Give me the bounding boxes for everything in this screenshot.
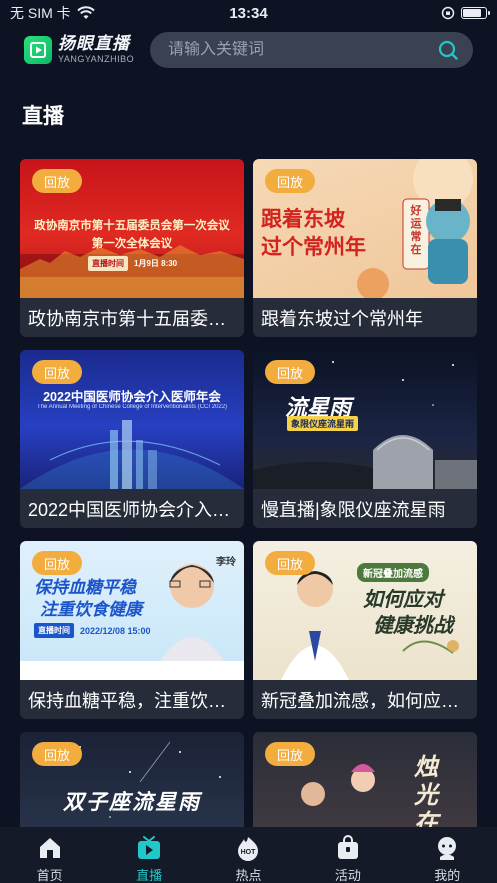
replay-badge: 回放 — [265, 551, 316, 575]
card-title: 2022中国医师协会介入医师年会 — [28, 500, 234, 520]
thumb-headline: 跟着东坡 — [261, 208, 345, 231]
thumb-time-value: 1月9日 8:30 — [134, 259, 178, 268]
thumb-headline: 双子座流星雨 — [63, 791, 201, 814]
replay-badge: 回放 — [265, 169, 316, 193]
replay-badge: 回放 — [32, 169, 83, 193]
svg-text:HOT: HOT — [241, 849, 257, 856]
search-icon[interactable] — [437, 39, 459, 61]
tab-label: 直播 — [136, 868, 163, 883]
live-card[interactable]: 跟着东坡 过个常州年 好运常在 回放 跟着东坡过个常州年 — [253, 159, 477, 337]
thumb-headline: 烛光在 — [414, 754, 438, 827]
live-card[interactable]: 烛光在 回放 — [253, 732, 477, 827]
app-logo[interactable]: 扬眼直播 YANGYANZHIBO — [24, 35, 134, 64]
thumb-speaker-name: 李玲 — [216, 557, 236, 568]
tab-label: 首页 — [36, 868, 63, 883]
card-title: 新冠叠加流感，如何应对健康挑战 — [261, 691, 467, 711]
bag-icon — [337, 835, 358, 859]
home-icon — [39, 838, 60, 858]
replay-badge: 回放 — [32, 360, 83, 384]
search-input[interactable] — [168, 41, 437, 59]
status-right — [441, 6, 490, 20]
thumb-time-row: 直播时间 1月9日 8:30 — [88, 256, 177, 271]
replay-badge: 回放 — [265, 742, 316, 766]
tab-activity[interactable]: 活动 — [308, 835, 388, 883]
thumb-headline: 新冠叠加流感 — [357, 563, 429, 582]
thumb-headline: 2022中国医师协会介入医师年会 — [43, 390, 221, 404]
logo-subtitle: YANGYANZHIBO — [58, 54, 135, 64]
battery-icon — [461, 7, 490, 19]
card-title: 跟着东坡过个常州年 — [261, 309, 423, 329]
tab-live[interactable]: 直播 — [109, 835, 189, 883]
thumb-subheadline: 注重饮食健康 — [40, 600, 142, 619]
thumb-time-row: 直播时间 2022/12/08 15:00 — [34, 623, 151, 638]
thumb-vertical-tag: 好运常在 — [410, 205, 422, 256]
hot-icon: HOT — [238, 837, 259, 861]
thumb-subheadline: 过个常州年 — [261, 236, 366, 259]
profile-icon — [438, 837, 457, 860]
tab-profile[interactable]: 我的 — [407, 835, 487, 883]
tab-home[interactable]: 首页 — [10, 835, 90, 883]
search-bar[interactable] — [150, 32, 473, 68]
live-grid: 政协南京市第十五届委员会第一次会议 第一次全体会议 直播时间 1月9日 8:30… — [20, 159, 478, 827]
tab-label: 热点 — [235, 868, 262, 883]
section-title: 直播 — [22, 105, 64, 128]
replay-badge: 回放 — [32, 742, 83, 766]
thumb-subheadline: The Annual Meeting of Chinese College of… — [36, 404, 228, 410]
replay-badge: 回放 — [32, 551, 83, 575]
card-title: 慢直播|象限仪座流星雨 — [261, 500, 446, 520]
header: 扬眼直播 YANGYANZHIBO — [0, 30, 497, 74]
tab-label: 我的 — [434, 868, 461, 883]
status-time: 13:34 — [229, 4, 268, 22]
tab-label: 活动 — [334, 868, 361, 883]
live-card[interactable]: 新冠叠加流感 如何应对 健康挑战 回放 新冠叠加流感，如何应对健康挑战 — [253, 541, 477, 719]
live-card[interactable]: 2022中国医师协会介入医师年会 The Annual Meeting of C… — [20, 350, 244, 528]
card-title: 政协南京市第十五届委员会第一次会议 — [28, 309, 234, 329]
status-bar: 无 SIM 卡 13:34 — [0, 0, 497, 26]
tv-icon — [138, 836, 161, 859]
live-card[interactable]: 流星雨 象限仪座流星雨 回放 慢直播|象限仪座流星雨 — [253, 350, 477, 528]
replay-badge: 回放 — [265, 360, 316, 384]
bottom-tab-bar: 首页 直播 HOT 热点 活动 我的 — [0, 827, 497, 883]
thumb-time-tag: 直播时间 — [88, 256, 128, 271]
thumb-time-tag: 直播时间 — [34, 623, 74, 638]
live-card[interactable]: 政协南京市第十五届委员会第一次会议 第一次全体会议 直播时间 1月9日 8:30… — [20, 159, 244, 337]
thumb-time-value: 2022/12/08 15:00 — [80, 625, 151, 636]
thumb-subheadline-2: 健康挑战 — [373, 615, 453, 637]
logo-play-icon — [24, 35, 52, 64]
card-title: 保持血糖平稳，注重饮食健康 — [28, 691, 234, 711]
thumb-headline: 政协南京市第十五届委员会第一次会议 — [34, 220, 230, 232]
logo-text: 扬眼直播 YANGYANZHIBO — [58, 35, 134, 64]
live-card[interactable]: 保持血糖平稳 注重饮食健康 直播时间 2022/12/08 15:00 李玲 回… — [20, 541, 244, 719]
thumb-subheadline: 如何应对 — [363, 589, 443, 611]
tab-hot[interactable]: HOT 热点 — [208, 835, 288, 883]
orientation-lock-icon — [441, 6, 455, 20]
live-card[interactable]: 双子座流星雨 回放 — [20, 732, 244, 827]
thumb-subheadline: 象限仪座流星雨 — [287, 416, 359, 431]
thumb-subheadline: 第一次全体会议 — [91, 238, 173, 250]
logo-title: 扬眼直播 — [58, 34, 130, 53]
